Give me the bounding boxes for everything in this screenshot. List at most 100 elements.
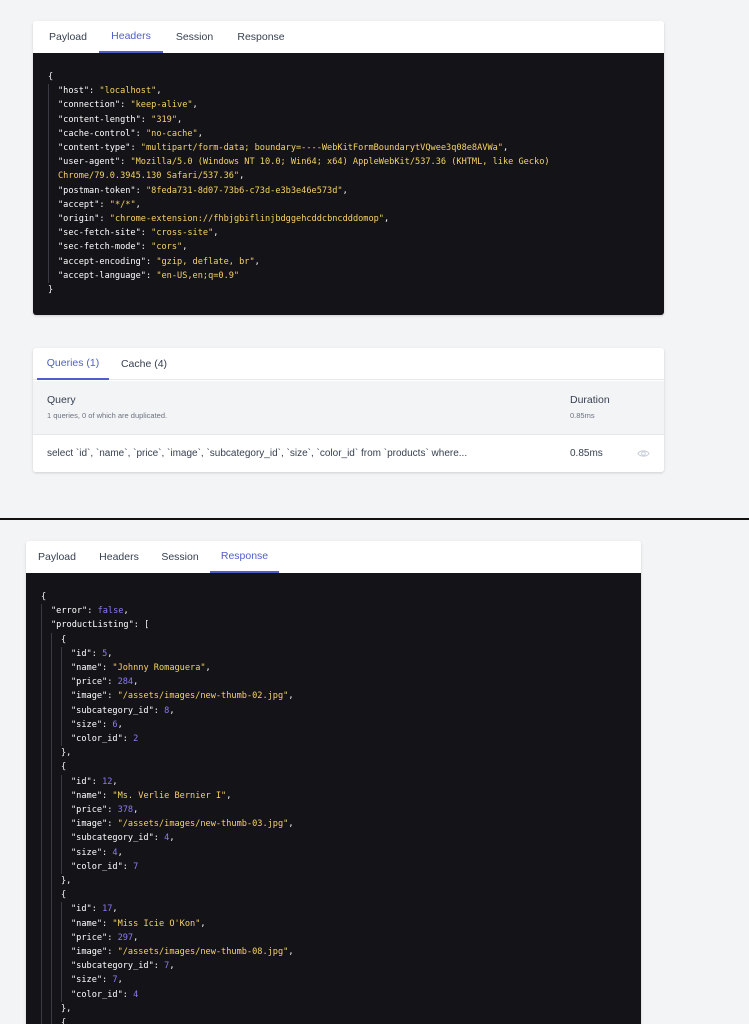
indent-guide bbox=[41, 945, 51, 960]
indent-guide bbox=[61, 945, 71, 960]
json-punct: , bbox=[342, 185, 348, 196]
tab-payload[interactable]: Payload bbox=[26, 541, 88, 573]
json-key: "name" bbox=[71, 790, 103, 801]
json-punct: , bbox=[135, 199, 141, 210]
json-punct: : bbox=[122, 989, 134, 1000]
indent-guide bbox=[48, 226, 58, 241]
tab-cache[interactable]: Cache (4) bbox=[109, 348, 179, 380]
code-line: "subcategory_id": 7, bbox=[41, 959, 641, 974]
indent-guide bbox=[61, 732, 71, 747]
json-punct: , bbox=[117, 847, 123, 858]
indent-guide bbox=[41, 689, 51, 704]
json-punct: , bbox=[156, 86, 162, 97]
json-string: "319" bbox=[151, 114, 178, 125]
json-key: "id" bbox=[71, 904, 92, 915]
indent-guide bbox=[51, 803, 61, 818]
json-string: "chrome-extension://fhbjgbiflinjbdggehcd… bbox=[109, 214, 384, 225]
code-line: "id": 5, bbox=[41, 646, 641, 661]
indent-guide bbox=[51, 831, 61, 846]
code-line: "error": false, bbox=[41, 604, 641, 619]
code-line: "accept-encoding": "gzip, deflate, br", bbox=[48, 254, 664, 269]
indent-guide bbox=[41, 916, 51, 931]
json-key: "name" bbox=[71, 918, 103, 929]
json-key: "size" bbox=[71, 719, 103, 730]
json-punct: , bbox=[112, 776, 118, 787]
indent-guide bbox=[41, 973, 51, 988]
json-punct: : bbox=[102, 847, 113, 858]
json-string: "gzip, deflate, br" bbox=[156, 256, 255, 267]
code-line: "size": 7, bbox=[41, 973, 641, 988]
indent-guide bbox=[48, 183, 58, 198]
code-line: } bbox=[48, 283, 664, 297]
json-key: "content-length" bbox=[58, 114, 141, 125]
code-line: "color_id": 2 bbox=[41, 732, 641, 747]
tab-session[interactable]: Session bbox=[150, 541, 210, 573]
tab-headers[interactable]: Headers bbox=[99, 21, 163, 53]
indent-guide bbox=[41, 1016, 51, 1024]
code-line: "image": "/assets/images/new-thumb-03.jp… bbox=[41, 817, 641, 832]
tab-response[interactable]: Response bbox=[226, 21, 296, 53]
indent-guide bbox=[61, 703, 71, 718]
json-key: "accept-language" bbox=[58, 270, 146, 281]
json-punct: : bbox=[140, 114, 152, 125]
indent-guide bbox=[41, 930, 51, 946]
json-punct: , bbox=[213, 228, 219, 239]
json-punct: : bbox=[135, 128, 146, 139]
json-punct: , bbox=[226, 790, 232, 801]
code-line: "name": "Johnny Romaguera", bbox=[41, 661, 641, 676]
query-row[interactable]: select `id`, `name`, `price`, `image`, `… bbox=[33, 434, 664, 472]
json-punct: , bbox=[288, 819, 294, 830]
json-punct: , bbox=[169, 833, 175, 844]
json-punct: : bbox=[120, 100, 131, 111]
json-punct: : bbox=[102, 663, 113, 674]
json-number: 4 bbox=[133, 989, 139, 1000]
json-punct: : [ bbox=[133, 620, 150, 631]
json-punct: }, bbox=[61, 1003, 72, 1014]
indent-guide bbox=[41, 959, 51, 974]
code-line: "id": 12, bbox=[41, 774, 641, 789]
queries-panel-tabs: Queries (1) Cache (4) bbox=[33, 348, 664, 380]
query-duration: 0.85ms bbox=[570, 448, 603, 459]
json-punct: , bbox=[133, 677, 139, 688]
indent-guide bbox=[61, 675, 71, 690]
code-line: "color_id": 4 bbox=[41, 987, 641, 1002]
duration-total: 0.85ms bbox=[570, 411, 595, 420]
indent-guide bbox=[41, 746, 51, 761]
indent-guide bbox=[51, 760, 61, 775]
code-line: "size": 4, bbox=[41, 845, 641, 860]
indent-guide bbox=[51, 788, 61, 804]
code-line: "name": "Miss Icie O'Kon", bbox=[41, 916, 641, 931]
json-string: "multipart/form-data; boundary=----WebKi… bbox=[140, 143, 503, 154]
tab-headers[interactable]: Headers bbox=[88, 541, 150, 573]
tab-queries[interactable]: Queries (1) bbox=[37, 348, 109, 380]
json-punct: }, bbox=[61, 748, 72, 759]
indent-guide bbox=[61, 689, 71, 704]
code-line: "subcategory_id": 4, bbox=[41, 831, 641, 846]
response-panel-tabs: Payload Headers Session Response bbox=[26, 541, 641, 573]
code-line: "size": 6, bbox=[41, 717, 641, 733]
indent-guide bbox=[51, 661, 61, 676]
json-punct: , bbox=[133, 805, 139, 816]
indent-guide bbox=[41, 703, 51, 718]
json-punct: : bbox=[153, 833, 165, 844]
indent-guide bbox=[51, 817, 61, 832]
json-punct: , bbox=[182, 242, 188, 253]
json-key: "image" bbox=[71, 819, 108, 830]
eye-icon[interactable] bbox=[637, 448, 650, 459]
tab-session[interactable]: Session bbox=[163, 21, 226, 53]
json-string: "cors" bbox=[151, 242, 183, 253]
json-punct: : bbox=[102, 719, 113, 730]
indent-guide bbox=[48, 112, 58, 127]
code-line: }, bbox=[41, 746, 641, 761]
json-key: "price" bbox=[71, 677, 108, 688]
indent-guide bbox=[41, 788, 51, 804]
tab-payload[interactable]: Payload bbox=[37, 21, 99, 53]
indent-guide bbox=[61, 987, 71, 1002]
code-line: { bbox=[41, 632, 641, 647]
indent-guide bbox=[51, 675, 61, 690]
json-key: "subcategory_id" bbox=[71, 833, 154, 844]
json-key: "size" bbox=[71, 975, 103, 986]
json-punct: , bbox=[107, 648, 113, 659]
tab-response[interactable]: Response bbox=[210, 541, 279, 573]
json-string: "Miss Icie O'Kon" bbox=[112, 918, 201, 929]
